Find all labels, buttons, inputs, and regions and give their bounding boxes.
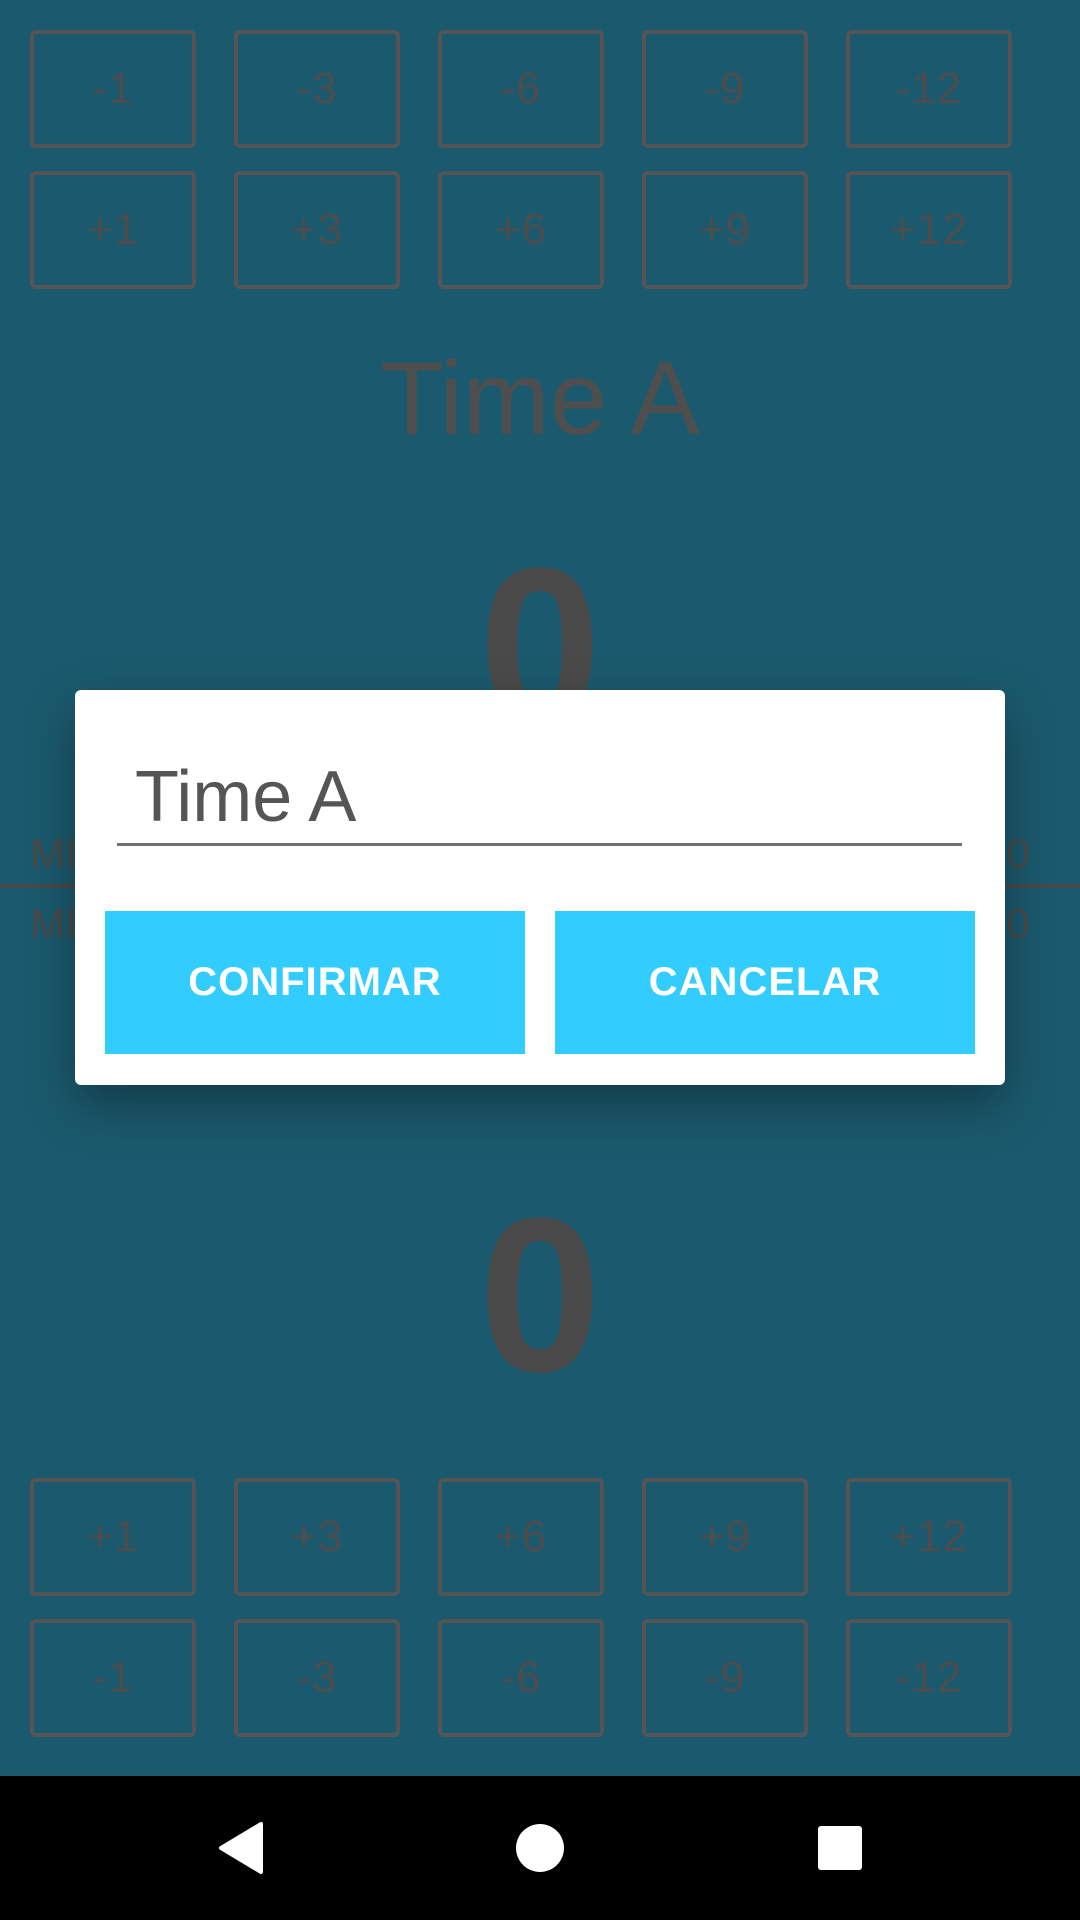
rename-team-dialog: CONFIRMAR CANCELAR	[75, 690, 1005, 1085]
scoreboard-screen: -1 -3 -6 -9 -12 +1 +3 +6 +9 +12 Time A 0…	[0, 0, 1080, 1776]
home-icon	[516, 1824, 564, 1872]
nav-recents-button[interactable]	[780, 1776, 900, 1920]
confirm-button[interactable]: CONFIRMAR	[105, 911, 525, 1054]
nav-back-button[interactable]	[180, 1776, 300, 1920]
cancel-button[interactable]: CANCELAR	[555, 911, 975, 1054]
recents-icon	[818, 1826, 862, 1870]
navigation-bar	[0, 1776, 1080, 1920]
back-icon	[219, 1822, 263, 1874]
nav-home-button[interactable]	[480, 1776, 600, 1920]
team-name-input[interactable]	[117, 750, 962, 846]
